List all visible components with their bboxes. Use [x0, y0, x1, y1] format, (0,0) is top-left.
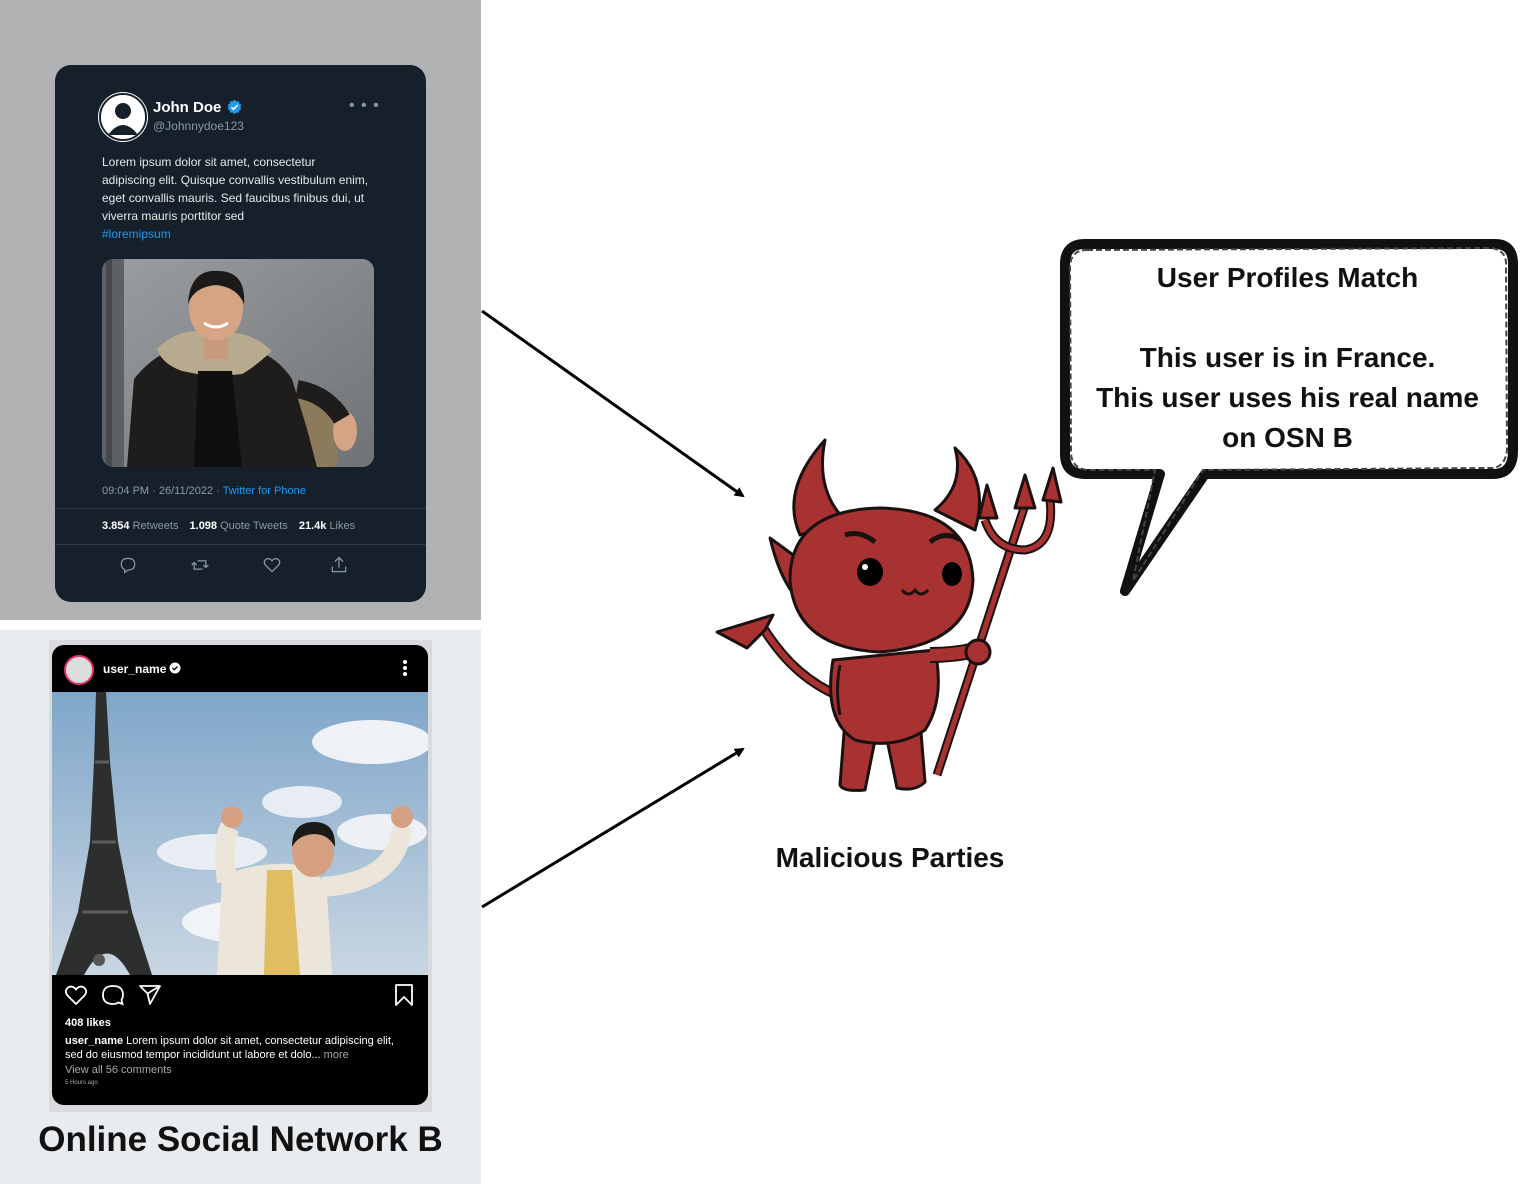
user-silhouette-icon	[101, 95, 145, 139]
bubble-line-osn: on OSN B	[1222, 422, 1353, 453]
tweet-stats: 3.854 Retweets 1.098 Quote Tweets 21.4k …	[102, 520, 355, 532]
man-portrait-photo	[102, 259, 374, 467]
eiffel-tower-photo	[52, 692, 428, 975]
bubble-line-location: This user is in France.	[1139, 342, 1436, 373]
bubble-line-realname: This user uses his real name	[1096, 382, 1479, 413]
arrow-from-osn-b	[481, 747, 745, 909]
bubble-title: User Profiles Match	[1156, 262, 1419, 293]
view-comments-link[interactable]: View all 56 comments	[65, 1064, 172, 1076]
avatar[interactable]	[99, 93, 147, 141]
verified-badge-icon	[169, 662, 181, 674]
quotes-label[interactable]: Quote Tweets	[220, 520, 288, 532]
bookmark-icon[interactable]	[392, 983, 416, 1007]
tweet-body: Lorem ipsum dolor sit amet, consectetur …	[102, 155, 369, 223]
reply-icon[interactable]	[118, 555, 138, 575]
divider	[55, 544, 426, 545]
twitter-post-card: John Doe @Johnnydoe123 • • • Lorem ipsum…	[55, 65, 426, 602]
heart-icon[interactable]	[262, 555, 282, 575]
tweet-text: Lorem ipsum dolor sit amet, consectetur …	[102, 153, 372, 243]
tweet-meta: 09:04 PM · 26/11/2022 · Twitter for Phon…	[102, 485, 306, 497]
arrow-from-osn-a	[481, 309, 745, 498]
instagram-actions	[52, 983, 428, 1007]
tweet-actions	[55, 555, 426, 579]
likes-label[interactable]: Likes	[329, 520, 355, 532]
likes-count[interactable]: 21.4k	[299, 520, 327, 532]
comment-icon[interactable]	[101, 983, 125, 1007]
avatar[interactable]	[64, 655, 94, 685]
tweet-timestamp: 09:04 PM · 26/11/2022 ·	[102, 485, 223, 497]
malicious-parties-label: Malicious Parties	[775, 842, 1005, 873]
speech-bubble-text: User Profiles Match This user is in Fran…	[1075, 258, 1500, 458]
more-options-icon[interactable]	[402, 659, 408, 677]
retweet-icon[interactable]	[190, 555, 210, 575]
retweets-label[interactable]: Retweets	[133, 520, 179, 532]
devil-icon	[715, 438, 1063, 792]
tweet-photo[interactable]	[102, 259, 374, 467]
instagram-photo[interactable]	[52, 692, 428, 975]
user-handle[interactable]: @Johnnydoe123	[153, 119, 244, 133]
more-options-icon[interactable]: • • •	[349, 97, 380, 115]
network-b-label: Online Social Network B	[38, 1120, 443, 1159]
retweets-count[interactable]: 3.854	[102, 520, 130, 532]
heart-icon[interactable]	[64, 983, 88, 1007]
more-link[interactable]: more	[324, 1049, 349, 1061]
share-icon[interactable]	[329, 555, 349, 575]
quotes-count[interactable]: 1.098	[190, 520, 218, 532]
hashtag-link[interactable]: #loremipsum	[102, 225, 372, 243]
verified-badge-icon	[227, 99, 242, 115]
post-time: 5 Hours ago	[65, 1080, 98, 1086]
display-name[interactable]: John Doe	[153, 99, 221, 116]
tweet-source-link[interactable]: Twitter for Phone	[223, 485, 306, 497]
post-caption: user_name Lorem ipsum dolor sit amet, co…	[65, 1034, 410, 1062]
divider	[55, 508, 426, 509]
instagram-username[interactable]: user_name	[103, 662, 166, 676]
send-icon[interactable]	[138, 983, 162, 1007]
caption-username[interactable]: user_name	[65, 1035, 123, 1047]
likes-count[interactable]: 408 likes	[65, 1017, 111, 1029]
instagram-post-card: user_name 408 likes user_name Lorem ipsu…	[52, 645, 428, 1105]
